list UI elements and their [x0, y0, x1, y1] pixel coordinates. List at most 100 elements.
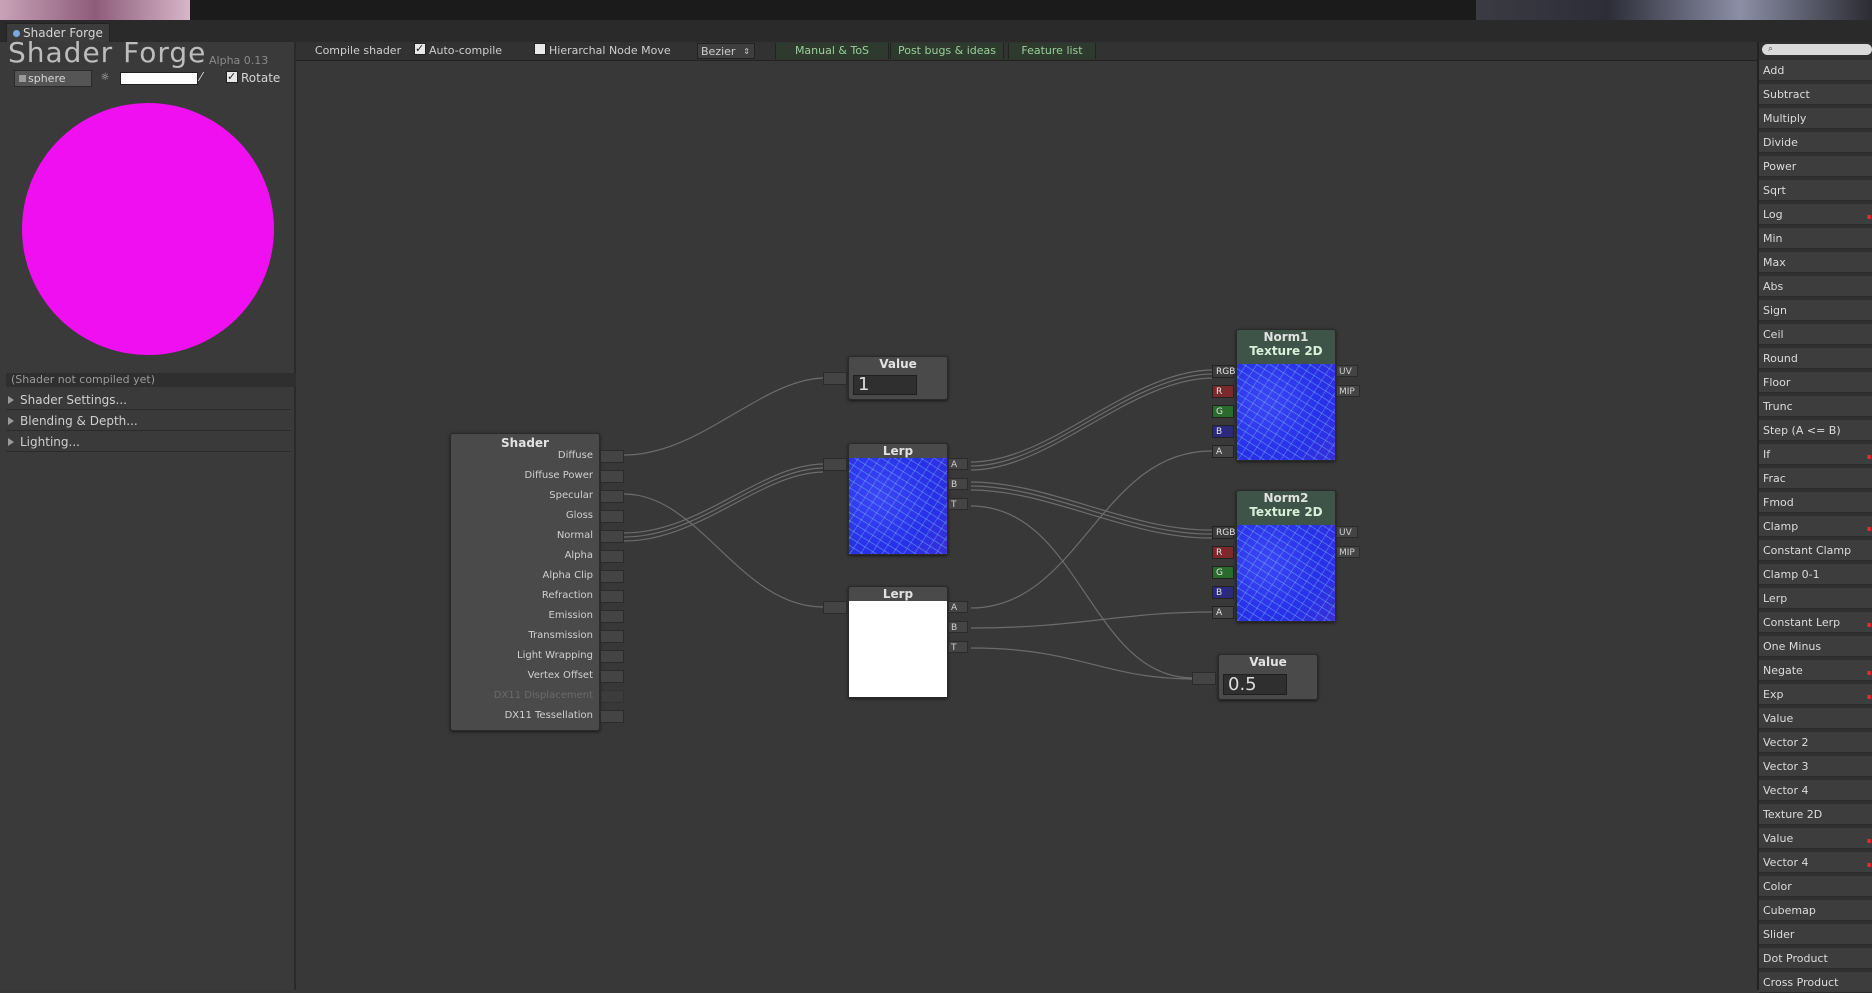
node-list-item[interactable]: Clamp ▪ — [1759, 516, 1872, 537]
foldout-lighting[interactable]: Lighting... — [6, 433, 291, 452]
shader-input-port[interactable] — [600, 610, 624, 623]
lerp1-port-b[interactable]: B — [948, 478, 968, 490]
hierarchal-move-checkbox[interactable]: Hierarchal Node Move — [534, 43, 684, 59]
value-node-1[interactable]: Value 1 — [848, 356, 948, 400]
node-list-item[interactable]: Value ▪ — [1759, 828, 1872, 849]
node-list-item[interactable]: Step (A <= B) — [1759, 420, 1872, 441]
node-list-item[interactable]: Texture 2D — [1759, 804, 1872, 825]
node-list-item[interactable]: Sqrt — [1759, 180, 1872, 201]
compile-shader-button[interactable]: Compile shader — [310, 43, 406, 59]
lerp2-port-b[interactable]: B — [948, 621, 968, 633]
value-field-1[interactable]: 1 — [853, 375, 917, 395]
shader-preview[interactable] — [22, 103, 274, 355]
node-list-item[interactable]: Exp ▪ — [1759, 684, 1872, 705]
shader-input-port[interactable] — [600, 670, 624, 683]
shader-input-port[interactable] — [600, 450, 624, 463]
norm2-port-uv[interactable]: UV — [1336, 526, 1358, 538]
norm1-port-mip[interactable]: MIP — [1336, 385, 1360, 397]
norm2-port-rgb[interactable]: RGB — [1212, 526, 1235, 539]
node-list-item[interactable]: If ▪ — [1759, 444, 1872, 465]
shader-input-port[interactable] — [600, 510, 624, 523]
norm2-port-a[interactable]: A — [1212, 606, 1234, 619]
node-list-item[interactable]: Negate ▪ — [1759, 660, 1872, 681]
node-list-item[interactable]: Ceil — [1759, 324, 1872, 345]
shader-input-port[interactable] — [600, 650, 624, 663]
post-bugs-link[interactable]: Post bugs & ideas — [890, 43, 1004, 59]
node-list-item[interactable]: Add — [1759, 60, 1872, 81]
norm2-port-b[interactable]: B — [1212, 586, 1234, 599]
node-list-item[interactable]: Floor — [1759, 372, 1872, 393]
node-list-item[interactable]: Max — [1759, 252, 1872, 273]
node-list-item[interactable]: Trunc — [1759, 396, 1872, 417]
lerp1-port-t[interactable]: T — [948, 498, 968, 510]
node-list-item[interactable]: Color — [1759, 876, 1872, 897]
background-color-field[interactable] — [120, 72, 198, 85]
lerp1-input-port[interactable] — [823, 458, 847, 471]
auto-compile-checkbox[interactable]: Auto-compile — [414, 41, 518, 59]
shader-input-port[interactable] — [600, 570, 624, 583]
shader-input-port[interactable] — [600, 530, 624, 543]
curve-mode-select[interactable]: Bezier ⇕ — [697, 43, 755, 59]
eyedropper-icon[interactable]: ⁄ — [200, 70, 214, 85]
shader-input-port[interactable] — [600, 690, 624, 703]
node-list-item[interactable]: Cubemap — [1759, 900, 1872, 921]
feature-list-link[interactable]: Feature list — [1008, 43, 1096, 59]
node-list-item[interactable]: Constant Clamp — [1759, 540, 1872, 561]
node-list-item[interactable]: Vector 3 — [1759, 756, 1872, 777]
norm2-port-mip[interactable]: MIP — [1336, 546, 1360, 558]
mesh-select[interactable]: sphere — [14, 70, 92, 87]
norm1-port-uv[interactable]: UV — [1336, 365, 1358, 377]
norm1-port-b[interactable]: B — [1212, 425, 1234, 438]
norm2-port-r[interactable]: R — [1212, 546, 1234, 559]
node-list-item[interactable]: Multiply — [1759, 108, 1872, 129]
lerp-node-2[interactable]: Lerp — [848, 586, 948, 698]
norm1-port-g[interactable]: G — [1212, 405, 1234, 418]
shader-input-port[interactable] — [600, 550, 624, 563]
node-list-item[interactable]: Dot Product — [1759, 948, 1872, 969]
value1-input-port[interactable] — [823, 372, 847, 385]
manual-tos-link[interactable]: Manual & ToS — [775, 43, 889, 59]
node-list-item[interactable]: Abs — [1759, 276, 1872, 297]
lerp2-port-t[interactable]: T — [948, 641, 968, 653]
norm2-port-g[interactable]: G — [1212, 566, 1234, 579]
node-list-item[interactable]: Vector 2 — [1759, 732, 1872, 753]
shader-input-port[interactable] — [600, 490, 624, 503]
node-list-item[interactable]: Power — [1759, 156, 1872, 177]
rotate-checkbox[interactable]: Rotate — [226, 69, 280, 86]
node-list-item[interactable]: Fmod — [1759, 492, 1872, 513]
shader-input-port[interactable] — [600, 470, 624, 483]
shader-input-port[interactable] — [600, 590, 624, 603]
node-list-item[interactable]: Vector 4 — [1759, 780, 1872, 801]
node-list-item[interactable]: Log ▪ — [1759, 204, 1872, 225]
node-list-item[interactable]: Min — [1759, 228, 1872, 249]
value-field-2[interactable]: 0.5 — [1223, 674, 1287, 695]
shader-input-port[interactable] — [600, 630, 624, 643]
shader-input-port[interactable] — [600, 710, 624, 723]
lerp2-port-a[interactable]: A — [948, 601, 968, 613]
node-list-item[interactable]: Clamp 0-1 — [1759, 564, 1872, 585]
texture-node-norm2[interactable]: Norm2 Texture 2D — [1236, 490, 1336, 622]
node-list-item[interactable]: Frac — [1759, 468, 1872, 489]
lerp-node-1[interactable]: Lerp — [848, 443, 948, 555]
norm1-port-rgb[interactable]: RGB — [1212, 365, 1235, 378]
node-list-item[interactable]: Constant Lerp ▪ — [1759, 612, 1872, 633]
node-list-item[interactable]: Slider — [1759, 924, 1872, 945]
node-list-item[interactable]: Subtract — [1759, 84, 1872, 105]
node-list-item[interactable]: One Minus — [1759, 636, 1872, 657]
node-list-item[interactable]: Vector 4 ▪ — [1759, 852, 1872, 873]
value-node-2[interactable]: Value 0.5 — [1218, 654, 1318, 700]
node-list-item[interactable]: Lerp — [1759, 588, 1872, 609]
node-list-item[interactable]: Value — [1759, 708, 1872, 729]
foldout-blending-depth[interactable]: Blending & Depth... — [6, 412, 291, 431]
lerp1-port-a[interactable]: A — [948, 458, 968, 470]
lerp2-input-port[interactable] — [823, 601, 847, 614]
node-list-item[interactable]: Sign — [1759, 300, 1872, 321]
foldout-shader-settings[interactable]: Shader Settings... — [6, 391, 291, 410]
node-search-input[interactable]: ⌕ — [1762, 44, 1872, 55]
norm1-port-r[interactable]: R — [1212, 385, 1234, 398]
node-list-item[interactable]: Divide — [1759, 132, 1872, 153]
texture-node-norm1[interactable]: Norm1 Texture 2D — [1236, 329, 1336, 461]
node-list-item[interactable]: Round — [1759, 348, 1872, 369]
light-icon[interactable]: ☼ — [98, 70, 112, 85]
norm1-port-a[interactable]: A — [1212, 445, 1234, 458]
